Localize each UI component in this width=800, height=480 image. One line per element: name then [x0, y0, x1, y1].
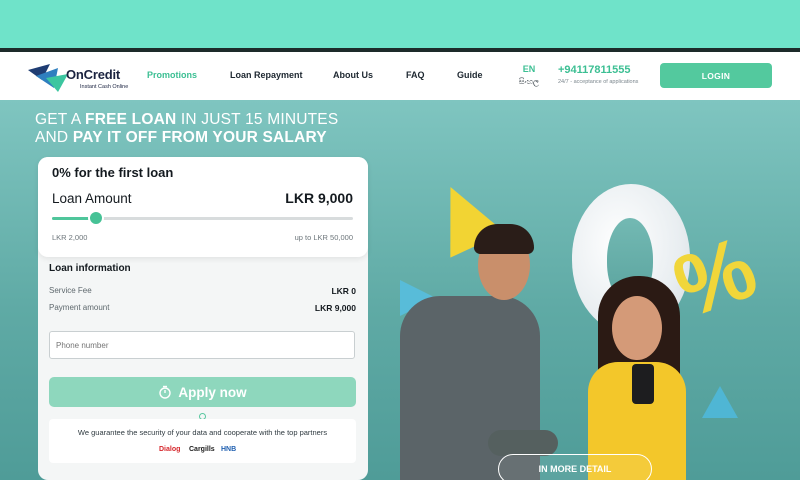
loan-amount-slider[interactable] — [52, 212, 353, 224]
slider-min-label: LKR 2,000 — [52, 233, 88, 242]
apply-now-label: Apply now — [178, 384, 247, 400]
nav-guide[interactable]: Guide — [457, 70, 483, 80]
hero-title: GET A FREE LOAN IN JUST 15 MINUTES AND P… — [35, 111, 338, 147]
hero-line2-a: AND — [35, 129, 73, 146]
guarantee-text: We guarantee the security of your data a… — [77, 428, 328, 437]
nav-faq[interactable]: FAQ — [406, 70, 425, 80]
language-switcher[interactable]: EN සිංහල — [515, 64, 543, 87]
logo-title: OnCredit — [66, 67, 121, 82]
service-fee-value: LKR 0 — [331, 286, 356, 296]
phone-number-input[interactable] — [49, 331, 355, 359]
contact-block: +94117811555 24/7 - acceptance of applic… — [558, 64, 638, 85]
loan-form-card: 0% for the first loan Loan Amount LKR 9,… — [38, 157, 368, 480]
lang-alt[interactable]: සිංහල — [515, 77, 543, 87]
logo[interactable]: OnCredit Instant Cash Online — [28, 60, 138, 94]
site-header: OnCredit Instant Cash Online Promotions … — [0, 52, 800, 101]
timer-icon — [159, 385, 172, 399]
hero-line2-b: PAY IT OFF FROM YOUR SALARY — [72, 129, 327, 146]
phone-note: 24/7 - acceptance of applications — [558, 79, 639, 85]
man-hair — [474, 224, 534, 254]
woman-head — [612, 296, 662, 360]
phone-in-hand — [632, 364, 654, 404]
nav-about-us[interactable]: About Us — [333, 70, 373, 80]
payment-amount-value: LKR 9,000 — [314, 303, 356, 313]
payment-amount-label: Payment amount — [49, 303, 110, 312]
hero-line1-b: FREE LOAN — [85, 111, 177, 128]
payment-amount-row: Payment amount LKR 9,000 — [49, 303, 356, 313]
more-detail-button[interactable]: IN MORE DETAIL — [498, 454, 652, 480]
partner-hnb-logo: HNB — [221, 446, 237, 453]
loan-amount-label: Loan Amount — [52, 191, 132, 206]
hero-line1-c: IN JUST 15 MINUTES — [176, 111, 339, 128]
phone-number[interactable]: +94117811555 — [558, 64, 638, 76]
apply-now-button[interactable]: Apply now — [49, 377, 356, 407]
logo-subtitle: Instant Cash Online — [80, 84, 129, 90]
lang-current[interactable]: EN — [515, 64, 543, 74]
hero-line1-a: GET A — [35, 111, 86, 128]
service-fee-row: Service Fee LKR 0 — [49, 286, 356, 296]
nav-loan-repayment[interactable]: Loan Repayment — [230, 70, 303, 80]
slider-thumb[interactable] — [89, 212, 102, 224]
slider-max-label: up to LKR 50,000 — [294, 233, 353, 242]
service-fee-label: Service Fee — [49, 286, 92, 295]
blue-triangle-decoration-right — [702, 386, 738, 418]
first-loan-heading: 0% for the first loan — [52, 165, 174, 180]
man-arm — [488, 430, 558, 456]
partner-dialog-logo: Dialog — [159, 446, 181, 453]
hero-section: GET A FREE LOAN IN JUST 15 MINUTES AND P… — [0, 100, 800, 480]
login-button[interactable]: LOGIN — [660, 63, 772, 88]
nav-promotions[interactable]: Promotions — [147, 70, 197, 80]
top-band — [0, 0, 800, 48]
partners-box: We guarantee the security of your data a… — [49, 419, 356, 463]
loan-amount-value: LKR 9,000 — [285, 190, 353, 206]
loan-amount-panel: 0% for the first loan Loan Amount LKR 9,… — [38, 157, 368, 257]
partner-cargills-logo: Cargills — [189, 446, 215, 453]
loan-info-title: Loan information — [49, 263, 131, 274]
